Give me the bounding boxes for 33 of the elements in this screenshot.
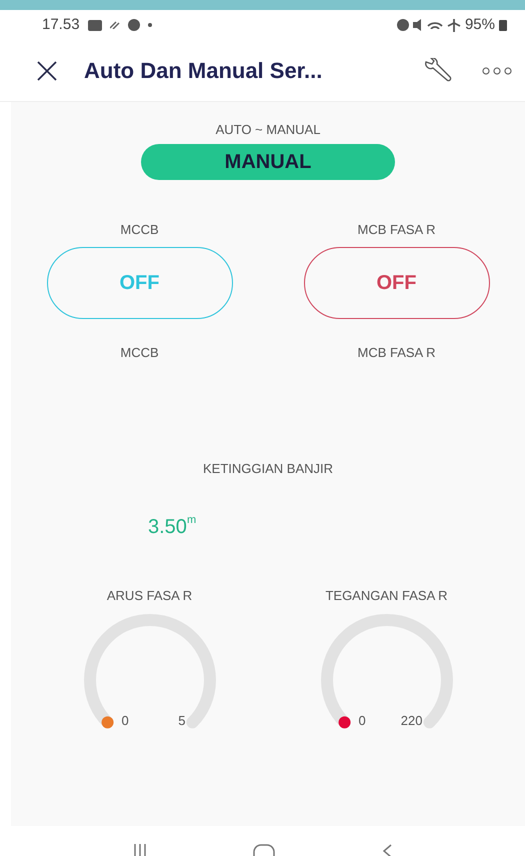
- battery-percent: 95%: [464, 14, 495, 35]
- wifi-icon: [426, 21, 443, 29]
- gauge-max: 5: [178, 714, 186, 726]
- switch-label: MCB FASA R: [357, 220, 436, 238]
- circle-app-icon: [128, 19, 140, 31]
- flood-level-value: 3.50: [148, 515, 187, 540]
- airplane-icon: [446, 18, 461, 32]
- close-icon: [36, 60, 58, 82]
- home-icon[interactable]: [253, 844, 276, 856]
- toggle-button[interactable]: OFF: [304, 247, 490, 319]
- wrench-icon: [422, 58, 452, 84]
- mute-icon: [412, 19, 423, 31]
- gallery-icon: [88, 19, 102, 31]
- switch-caption: MCB FASA R: [357, 344, 436, 362]
- gauge-min: 0: [358, 714, 366, 726]
- battery-icon: [499, 19, 507, 31]
- switch-caption: MCCB: [120, 344, 159, 362]
- status-time: 17.53: [42, 14, 80, 35]
- mode-label: AUTO ~ MANUAL: [216, 121, 320, 139]
- signal-dash-icon: [110, 21, 120, 29]
- gauge-label: ARUS FASA R: [106, 587, 192, 605]
- more-icon: [482, 66, 512, 74]
- screen-title: Auto Dan Manual Ser...: [84, 57, 322, 85]
- recent-apps-icon[interactable]: [133, 844, 148, 856]
- flood-level-unit: m: [186, 513, 196, 528]
- gauge-label: TEGANGAN FASA R: [325, 587, 448, 605]
- back-icon[interactable]: [382, 844, 392, 856]
- flood-level-label: KETINGGIAN BANJIR: [202, 460, 334, 478]
- mode-switch[interactable]: MANUAL: [141, 144, 395, 180]
- gauge-max: 220: [400, 714, 422, 726]
- dot-icon: [148, 23, 152, 27]
- gauge-min: 0: [122, 714, 129, 726]
- switch-label: MCCB: [120, 220, 159, 238]
